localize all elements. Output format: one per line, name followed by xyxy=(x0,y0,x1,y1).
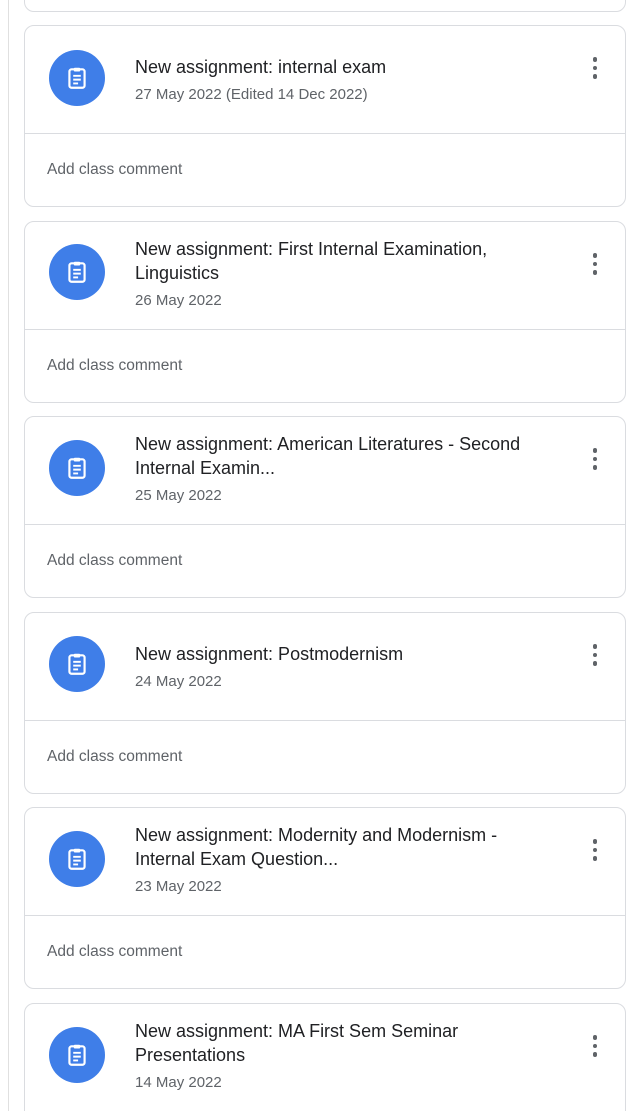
assignment-date: 24 May 2022 xyxy=(135,673,222,690)
assignment-title[interactable]: New assignment: internal exam xyxy=(135,55,553,79)
assignment-title[interactable]: New assignment: Modernity and Modernism … xyxy=(135,823,553,871)
assignment-title[interactable]: New assignment: First Internal Examinati… xyxy=(135,237,553,285)
more-options-button[interactable] xyxy=(583,248,607,280)
more-options-button[interactable] xyxy=(583,443,607,475)
assignment-icon xyxy=(49,440,105,496)
more-options-button[interactable] xyxy=(583,52,607,84)
more-vert-icon xyxy=(592,253,598,258)
assignment-card[interactable]: New assignment: First Internal Examinati… xyxy=(24,221,626,403)
add-class-comment[interactable]: Add class comment xyxy=(25,916,625,988)
add-class-comment[interactable]: Add class comment xyxy=(25,525,625,597)
more-vert-icon xyxy=(592,644,598,649)
assignment-title[interactable]: New assignment: MA First Sem Seminar Pre… xyxy=(135,1019,553,1067)
more-vert-icon xyxy=(592,839,598,844)
add-class-comment[interactable]: Add class comment xyxy=(25,721,625,793)
more-vert-icon xyxy=(592,1035,598,1040)
assignment-card[interactable]: New assignment: internal exam 27 May 202… xyxy=(24,25,626,207)
add-class-comment[interactable]: Add class comment xyxy=(25,134,625,206)
assignment-icon xyxy=(49,636,105,692)
more-options-button[interactable] xyxy=(583,639,607,671)
previous-post-card xyxy=(24,0,626,12)
more-options-button[interactable] xyxy=(583,834,607,866)
add-class-comment[interactable]: Add class comment xyxy=(25,330,625,402)
assignment-card[interactable]: New assignment: MA First Sem Seminar Pre… xyxy=(24,1003,626,1111)
assignment-date: 25 May 2022 xyxy=(135,487,222,504)
assignment-title[interactable]: New assignment: Postmodernism xyxy=(135,642,553,666)
left-divider xyxy=(8,0,9,1111)
assignment-card[interactable]: New assignment: American Literatures - S… xyxy=(24,416,626,598)
more-options-button[interactable] xyxy=(583,1030,607,1062)
assignment-title[interactable]: New assignment: American Literatures - S… xyxy=(135,432,553,480)
assignment-card[interactable]: New assignment: Modernity and Modernism … xyxy=(24,807,626,989)
assignment-card[interactable]: New assignment: Postmodernism 24 May 202… xyxy=(24,612,626,794)
assignment-icon xyxy=(49,1027,105,1083)
more-vert-icon xyxy=(592,448,598,453)
assignment-icon xyxy=(49,244,105,300)
assignment-date: 26 May 2022 xyxy=(135,292,222,309)
more-vert-icon xyxy=(592,57,598,62)
assignment-date: 14 May 2022 xyxy=(135,1074,222,1091)
assignment-icon xyxy=(49,831,105,887)
assignment-date: 23 May 2022 xyxy=(135,878,222,895)
assignment-date: 27 May 2022 (Edited 14 Dec 2022) xyxy=(135,86,368,103)
assignment-icon xyxy=(49,50,105,106)
